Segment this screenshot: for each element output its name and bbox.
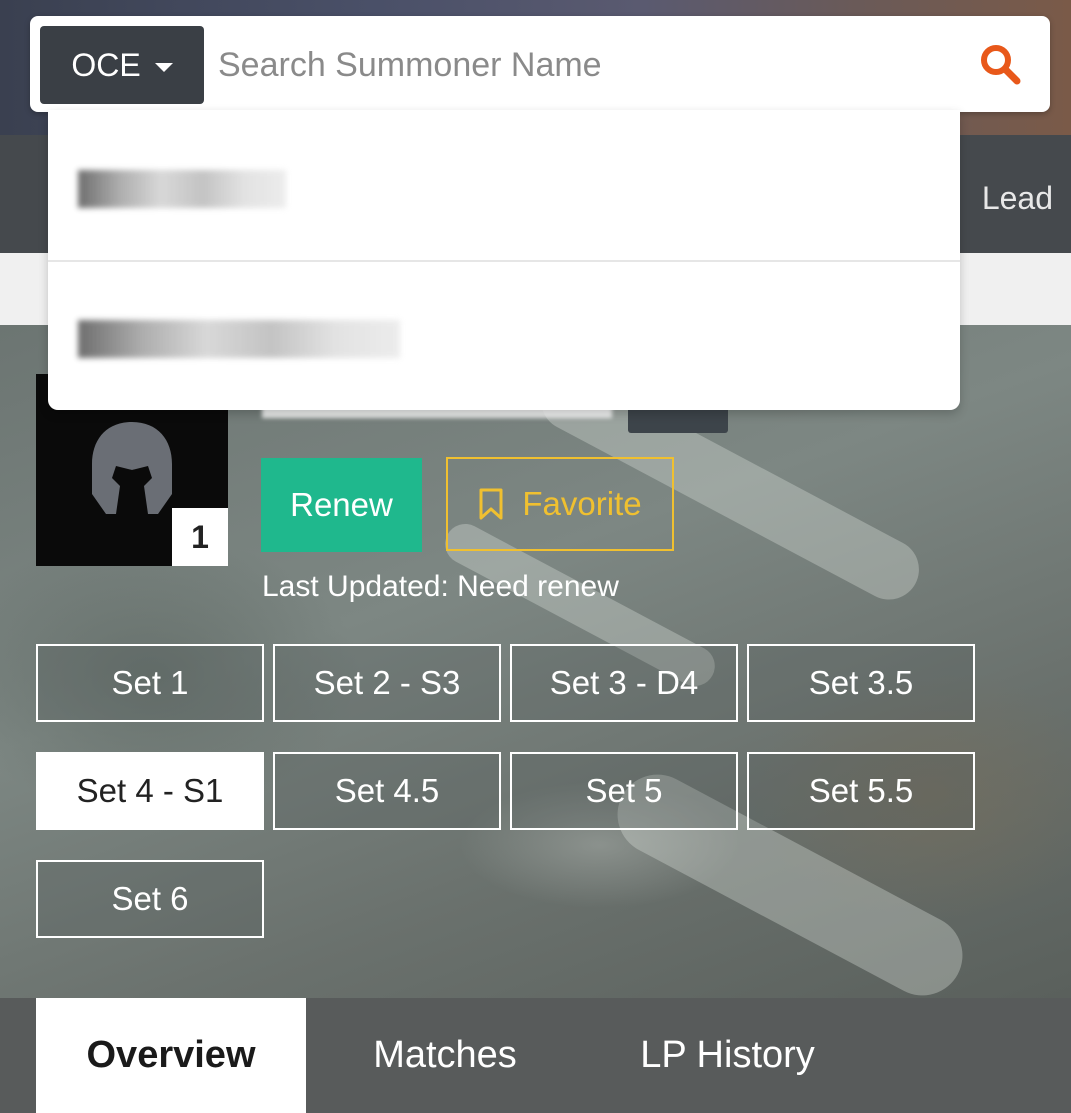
region-label: OCE xyxy=(71,46,141,83)
set-button[interactable]: Set 1 xyxy=(36,644,264,722)
profile-tab-bar: Overview Matches LP History xyxy=(0,998,1071,1113)
search-input[interactable] xyxy=(216,30,940,100)
favorite-label: Favorite xyxy=(522,485,642,522)
redacted-summoner-name xyxy=(78,320,400,358)
set-button[interactable]: Set 2 - S3 xyxy=(273,644,501,722)
set-button[interactable]: Set 4.5 xyxy=(273,752,501,830)
tab-overview[interactable]: Overview xyxy=(36,998,306,1113)
bookmark-icon xyxy=(479,488,503,520)
search-bar: OCE xyxy=(30,16,1050,112)
search-icon[interactable] xyxy=(978,42,1022,86)
last-updated-text: Last Updated: Need renew xyxy=(262,570,619,603)
set-button[interactable]: Set 3.5 xyxy=(747,644,975,722)
tab-matches[interactable]: Matches xyxy=(330,998,560,1113)
renew-button[interactable]: Renew xyxy=(261,458,422,552)
set-button[interactable]: Set 3 - D4 xyxy=(510,644,738,722)
set-button-active[interactable]: Set 4 - S1 xyxy=(36,752,264,830)
set-button[interactable]: Set 6 xyxy=(36,860,264,938)
search-suggestions-dropdown xyxy=(48,110,960,410)
suggestion-item[interactable] xyxy=(48,110,960,260)
level-badge: 1 xyxy=(172,508,228,566)
tab-lp-history[interactable]: LP History xyxy=(600,998,855,1113)
region-select-button[interactable]: OCE xyxy=(40,26,204,104)
set-button[interactable]: Set 5.5 xyxy=(747,752,975,830)
caret-down-icon xyxy=(154,62,173,72)
favorite-button[interactable]: Favorite xyxy=(446,457,674,551)
set-button[interactable]: Set 5 xyxy=(510,752,738,830)
redacted-summoner-name xyxy=(78,170,286,208)
nav-item-leaderboard[interactable]: Lead xyxy=(982,180,1053,217)
suggestion-item[interactable] xyxy=(48,260,960,410)
